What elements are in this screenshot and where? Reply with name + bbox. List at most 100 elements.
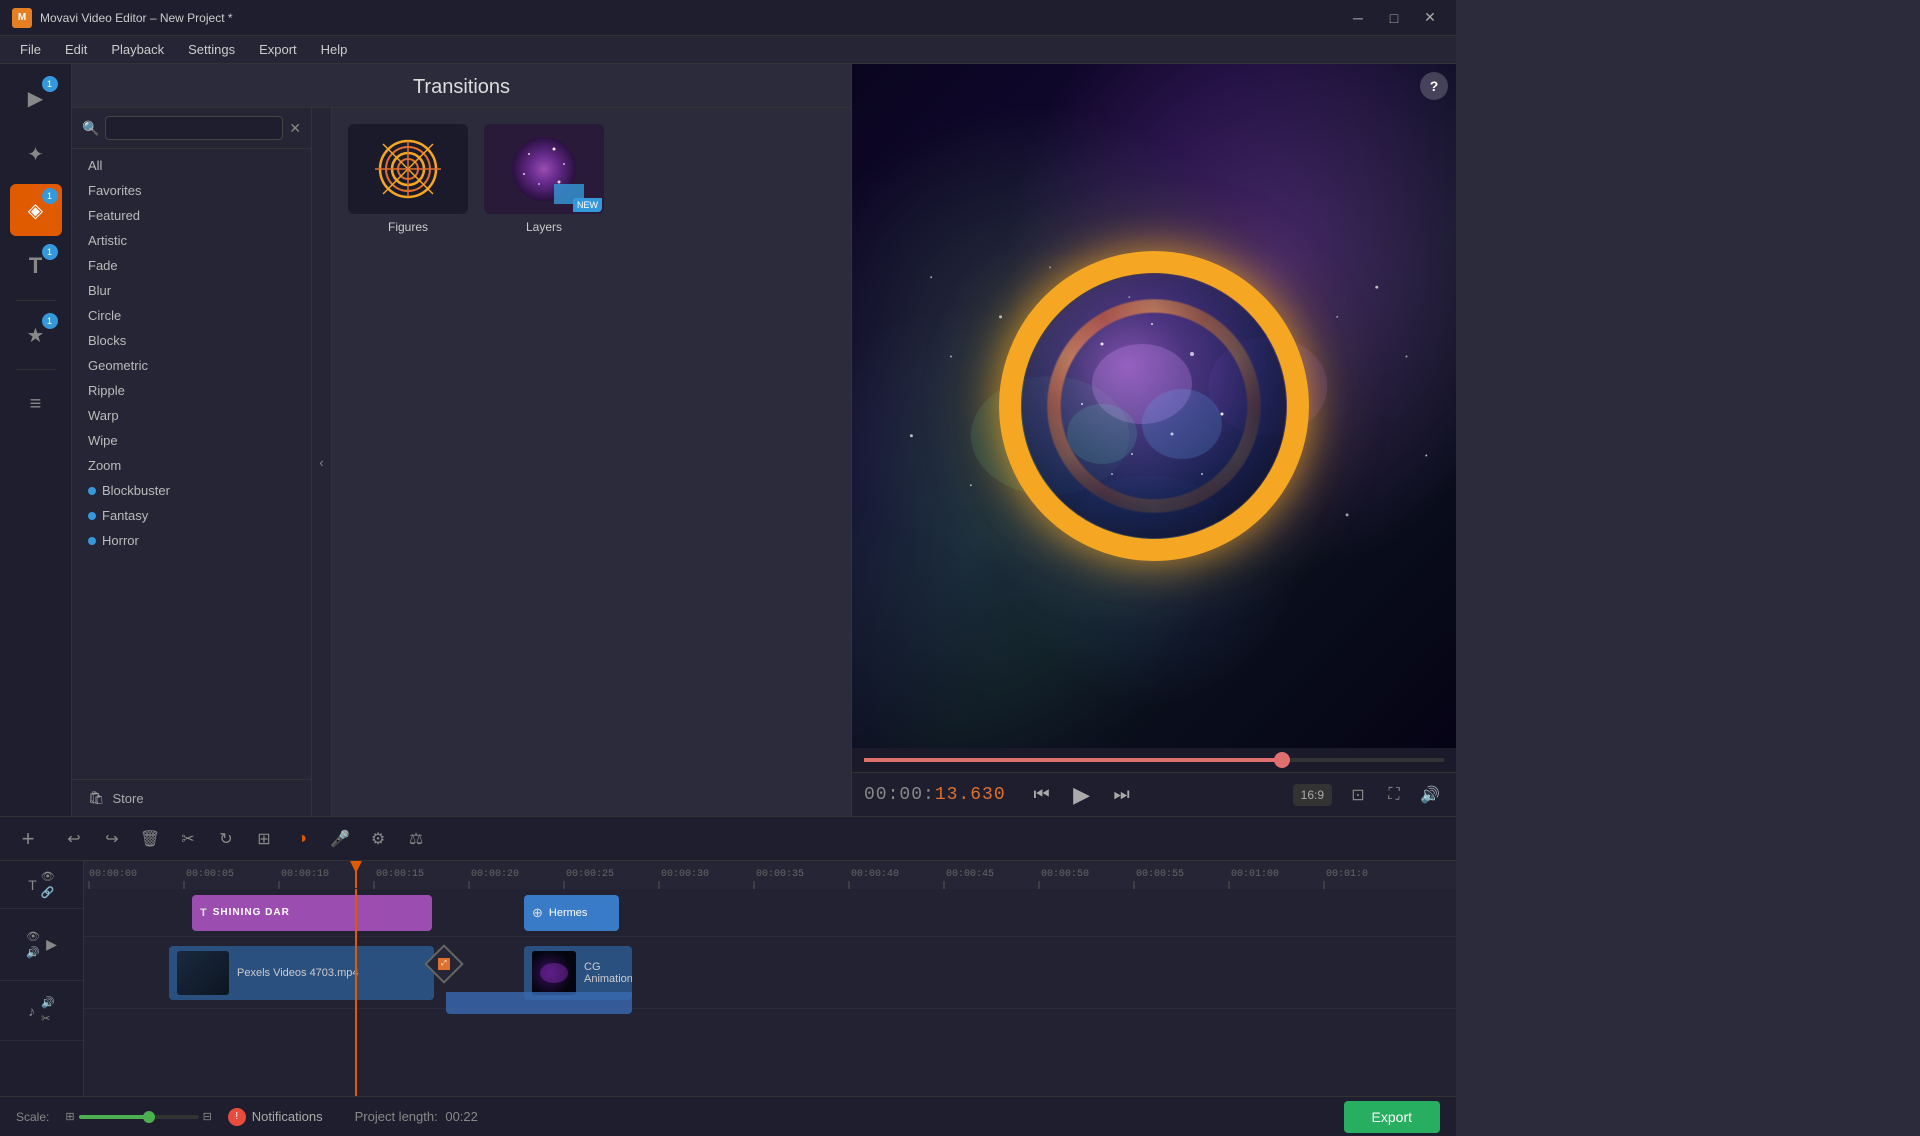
window-controls: ─ □ ✕ [1344,4,1444,32]
pexels-clip[interactable]: Pexels Videos 4703.mp4 [169,946,434,1000]
sidebar-item-favorites[interactable]: Favorites [72,178,311,203]
sidebar-item-artistic[interactable]: Artistic [72,228,311,253]
sidebar-item-wipe[interactable]: Wipe [72,428,311,453]
record-button[interactable]: 🎤 [324,823,356,855]
sidebar-item-fade[interactable]: Fade [72,253,311,278]
cut-button[interactable]: ✂ [172,823,204,855]
menu-edit[interactable]: Edit [53,38,99,61]
list-icon: ≡ [30,393,42,416]
skip-end-button[interactable]: ⏭ [1106,779,1138,811]
scale-thumb[interactable] [143,1111,155,1123]
hermes-clip[interactable]: ⊕ Hermes [524,895,619,931]
add-track-button[interactable]: + [12,823,44,855]
cosmic-preview: ? [852,64,1456,748]
levels-button[interactable]: ⚖ [400,823,432,855]
progress-thumb[interactable] [1274,752,1290,768]
titles-tool-button[interactable]: T 1 [10,240,62,292]
progress-track-container [852,748,1456,772]
crop-view-button[interactable]: ⊡ [1344,781,1372,809]
menu-file[interactable]: File [8,38,53,61]
scale-control: ⊞ ⊟ [65,1110,211,1123]
color-button[interactable]: ◑ [286,823,318,855]
audio-visibility-icon[interactable]: 🔊 [41,996,55,1009]
svg-text:00:00:50: 00:00:50 [1041,869,1089,880]
volume-button[interactable]: 🔊 [1416,781,1444,809]
sidebar-item-ripple[interactable]: Ripple [72,378,311,403]
scale-min-icon: ⊞ [65,1110,74,1123]
media-icon: ▶ [28,86,43,111]
play-button[interactable]: ▶ [1066,779,1098,811]
svg-text:00:00:25: 00:00:25 [566,869,614,880]
text-track: T SHINING DAR ⊕ Hermes [84,889,1456,937]
svg-text:00:00:35: 00:00:35 [756,869,804,880]
media-tool-button[interactable]: ▶ 1 [10,72,62,124]
video-track-icon: ▶ [46,936,57,953]
elements-icon: ★ [27,323,45,348]
sidebar-item-all[interactable]: All [72,153,311,178]
svg-text:00:00:00: 00:00:00 [89,869,137,880]
redo-button[interactable]: ↪ [96,823,128,855]
transitions-tool-button[interactable]: ◈ 1 [10,184,62,236]
minimize-button[interactable]: ─ [1344,4,1372,32]
video-visibility-icon[interactable]: 👁 [26,930,40,943]
sidebar-item-blockbuster[interactable]: Blockbuster [72,478,311,503]
transition-card-figures[interactable]: Figures [348,124,468,234]
maximize-button[interactable]: □ [1380,4,1408,32]
titles-badge: 1 [42,244,58,260]
sidebar-item-geometric[interactable]: Geometric [72,353,311,378]
sidebar-item-horror[interactable]: Horror [72,528,311,553]
transitions-panel: Transitions 🔍 ✕ All Favorites Featured A… [72,64,852,816]
svg-text:00:01:0: 00:01:0 [1326,869,1368,880]
sidebar-item-fantasy[interactable]: Fantasy [72,503,311,528]
menu-help[interactable]: Help [309,38,360,61]
inner-preview [1022,274,1286,538]
effects-tool-button[interactable]: ✦ [10,128,62,180]
menu-export[interactable]: Export [247,38,309,61]
delete-button[interactable]: 🗑 [134,823,166,855]
scale-max-icon: ⊟ [203,1110,212,1123]
progress-bar[interactable] [852,748,1456,772]
sidebar-item-warp[interactable]: Warp [72,403,311,428]
list-tool-button[interactable]: ≡ [10,378,62,430]
help-button[interactable]: ? [1420,72,1448,100]
transitions-sidebar: 🔍 ✕ All Favorites Featured Artistic Fade… [72,108,312,816]
transition-card-layers[interactable]: NEW Layers [484,124,604,234]
sidebar-item-featured[interactable]: Featured [72,203,311,228]
crop-button[interactable]: ⊞ [248,823,280,855]
preview-area: ? [852,64,1456,748]
timeline-tracks[interactable]: 00:00:00 00:00:05 00:00:10 00:00:15 00:0… [84,861,1456,1096]
export-button[interactable]: Export [1344,1101,1440,1133]
sidebar-item-blocks[interactable]: Blocks [72,328,311,353]
collapse-sidebar-button[interactable]: ‹ [312,108,332,816]
sidebar-item-zoom[interactable]: Zoom [72,453,311,478]
skip-start-button[interactable]: ⏮ [1026,779,1058,811]
sidebar-item-blur[interactable]: Blur [72,278,311,303]
transition-marker[interactable]: ⤢ [425,945,463,983]
elements-badge: 1 [42,313,58,329]
timeline-ruler: 00:00:00 00:00:05 00:00:10 00:00:15 00:0… [84,861,1456,889]
scale-label: Scale: [16,1110,49,1124]
elements-tool-button[interactable]: ★ 1 [10,309,62,361]
undo-button[interactable]: ↩ [58,823,90,855]
cg-label: CG Animation [584,961,632,985]
video-mute-icon[interactable]: 🔊 [26,946,40,959]
svg-text:00:00:30: 00:00:30 [661,869,709,880]
rotate-button[interactable]: ↻ [210,823,242,855]
store-button[interactable]: 🛍 Store [72,779,311,816]
menu-playback[interactable]: Playback [99,38,176,61]
text-link-icon[interactable]: 🔗 [41,886,55,899]
menu-settings[interactable]: Settings [176,38,247,61]
notifications-button[interactable]: ! Notifications [228,1108,323,1126]
scale-slider[interactable] [79,1115,199,1119]
search-clear-icon[interactable]: ✕ [289,120,301,137]
close-button[interactable]: ✕ [1416,4,1444,32]
settings-button[interactable]: ⚙ [362,823,394,855]
fullscreen-button[interactable]: ⛶ [1380,781,1408,809]
text-visibility-icon[interactable]: 👁 [41,870,55,883]
search-bar: 🔍 ✕ [72,108,311,149]
audio-scissors-icon[interactable]: ✂ [41,1012,55,1025]
figures-thumbnail [348,124,468,214]
shining-dar-clip[interactable]: T SHINING DAR [192,895,432,931]
sidebar-item-circle[interactable]: Circle [72,303,311,328]
search-input[interactable] [105,116,283,140]
